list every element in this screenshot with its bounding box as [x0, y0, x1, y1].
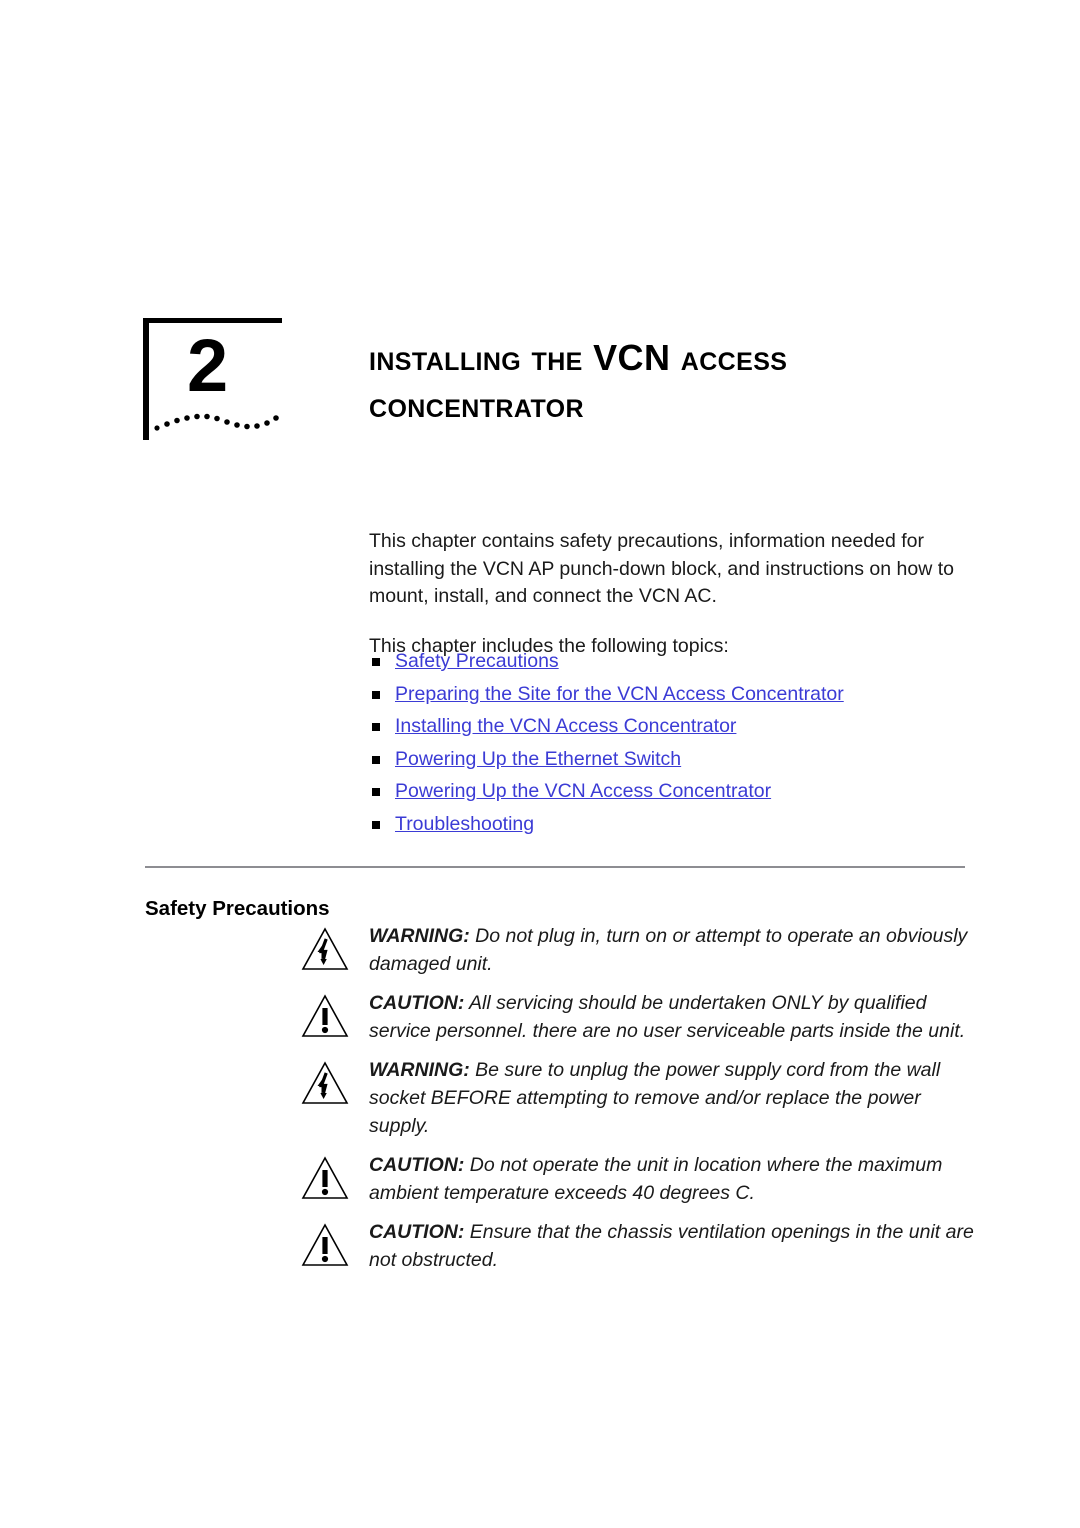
list-item: Powering Up the Ethernet Switch: [369, 748, 989, 770]
topic-link-powering-up-ethernet-switch[interactable]: Powering Up the Ethernet Switch: [395, 748, 681, 770]
list-item: Installing the VCN Access Concentrator: [369, 715, 989, 737]
square-bullet-icon: [372, 690, 380, 699]
notice-text: CAUTION: All servicing should be underta…: [369, 989, 980, 1045]
notice-label: CAUTION:: [369, 992, 465, 1014]
square-bullet-icon: [372, 788, 380, 796]
topic-link-troubleshooting[interactable]: Troubleshooting: [395, 813, 534, 835]
intro-section: This chapter contains safety precautions…: [369, 528, 969, 660]
notice-text: WARNING: Do not plug in, turn on or atte…: [369, 922, 980, 978]
list-item: Troubleshooting: [369, 813, 989, 835]
safety-notices: WARNING: Do not plug in, turn on or atte…: [300, 922, 980, 1285]
intro-paragraph-1: This chapter contains safety precautions…: [369, 530, 954, 607]
square-bullet-icon: [372, 658, 380, 666]
notice-caution-ambient-temperature: CAUTION: Do not operate the unit in loca…: [300, 1151, 980, 1207]
warning-lightning-triangle-icon: [301, 1061, 349, 1104]
chapter-marker-left-rule: [143, 318, 149, 440]
topic-link-preparing-the-site[interactable]: Preparing the Site for the VCN Access Co…: [395, 683, 844, 705]
topic-link-powering-up-vcn-ac[interactable]: Powering Up the VCN Access Concentrator: [395, 780, 771, 802]
notice-caution-ventilation: CAUTION: Ensure that the chassis ventila…: [300, 1218, 980, 1274]
list-item: Powering Up the VCN Access Concentrator: [369, 780, 989, 802]
section-heading-safety-precautions: Safety Precautions: [145, 897, 330, 920]
notice-text: CAUTION: Ensure that the chassis ventila…: [369, 1218, 980, 1274]
square-bullet-icon: [372, 755, 380, 764]
section-divider: [145, 866, 965, 868]
topic-link-safety-precautions[interactable]: Safety Precautions: [395, 650, 559, 672]
notice-label: WARNING:: [369, 1059, 470, 1081]
list-item: Preparing the Site for the VCN Access Co…: [369, 683, 989, 705]
chapter-marker-top-rule: [143, 318, 282, 323]
caution-exclamation-triangle-icon: [301, 1156, 349, 1199]
notice-label: WARNING:: [369, 925, 470, 947]
chapter-wave-icon: [154, 413, 279, 431]
chapter-marker: 2: [143, 318, 283, 440]
square-bullet-icon: [372, 723, 380, 731]
chapter-title-part-1: Installing the: [369, 337, 594, 379]
chapter-number: 2: [187, 324, 228, 407]
chapter-title-line-2: Concentrator: [369, 384, 584, 426]
chapter-title-part-2: Access: [670, 337, 788, 379]
caution-exclamation-triangle-icon: [301, 994, 349, 1037]
list-item: Safety Precautions: [369, 650, 989, 672]
notice-label: CAUTION:: [369, 1154, 465, 1176]
notice-warning-unplug-power: WARNING: Be sure to unplug the power sup…: [300, 1056, 980, 1140]
chapter-title: Installing the VCN Access Concentrator: [369, 334, 1009, 428]
warning-lightning-triangle-icon: [301, 927, 349, 970]
notice-warning-damaged-unit: WARNING: Do not plug in, turn on or atte…: [300, 922, 980, 978]
notice-text: WARNING: Be sure to unplug the power sup…: [369, 1056, 980, 1140]
notice-caution-servicing: CAUTION: All servicing should be underta…: [300, 989, 980, 1045]
chapter-title-keyword: VCN: [593, 337, 671, 379]
notice-text: CAUTION: Do not operate the unit in loca…: [369, 1151, 980, 1207]
chapter-header: 2 Installing the VCN Access Concentrator: [0, 300, 1080, 450]
caution-exclamation-triangle-icon: [301, 1223, 349, 1266]
square-bullet-icon: [372, 820, 380, 829]
topic-list: Safety Precautions Preparing the Site fo…: [369, 650, 989, 845]
topic-link-installing-the-vcn-ac[interactable]: Installing the VCN Access Concentrator: [395, 715, 736, 737]
notice-label: CAUTION:: [369, 1221, 465, 1243]
